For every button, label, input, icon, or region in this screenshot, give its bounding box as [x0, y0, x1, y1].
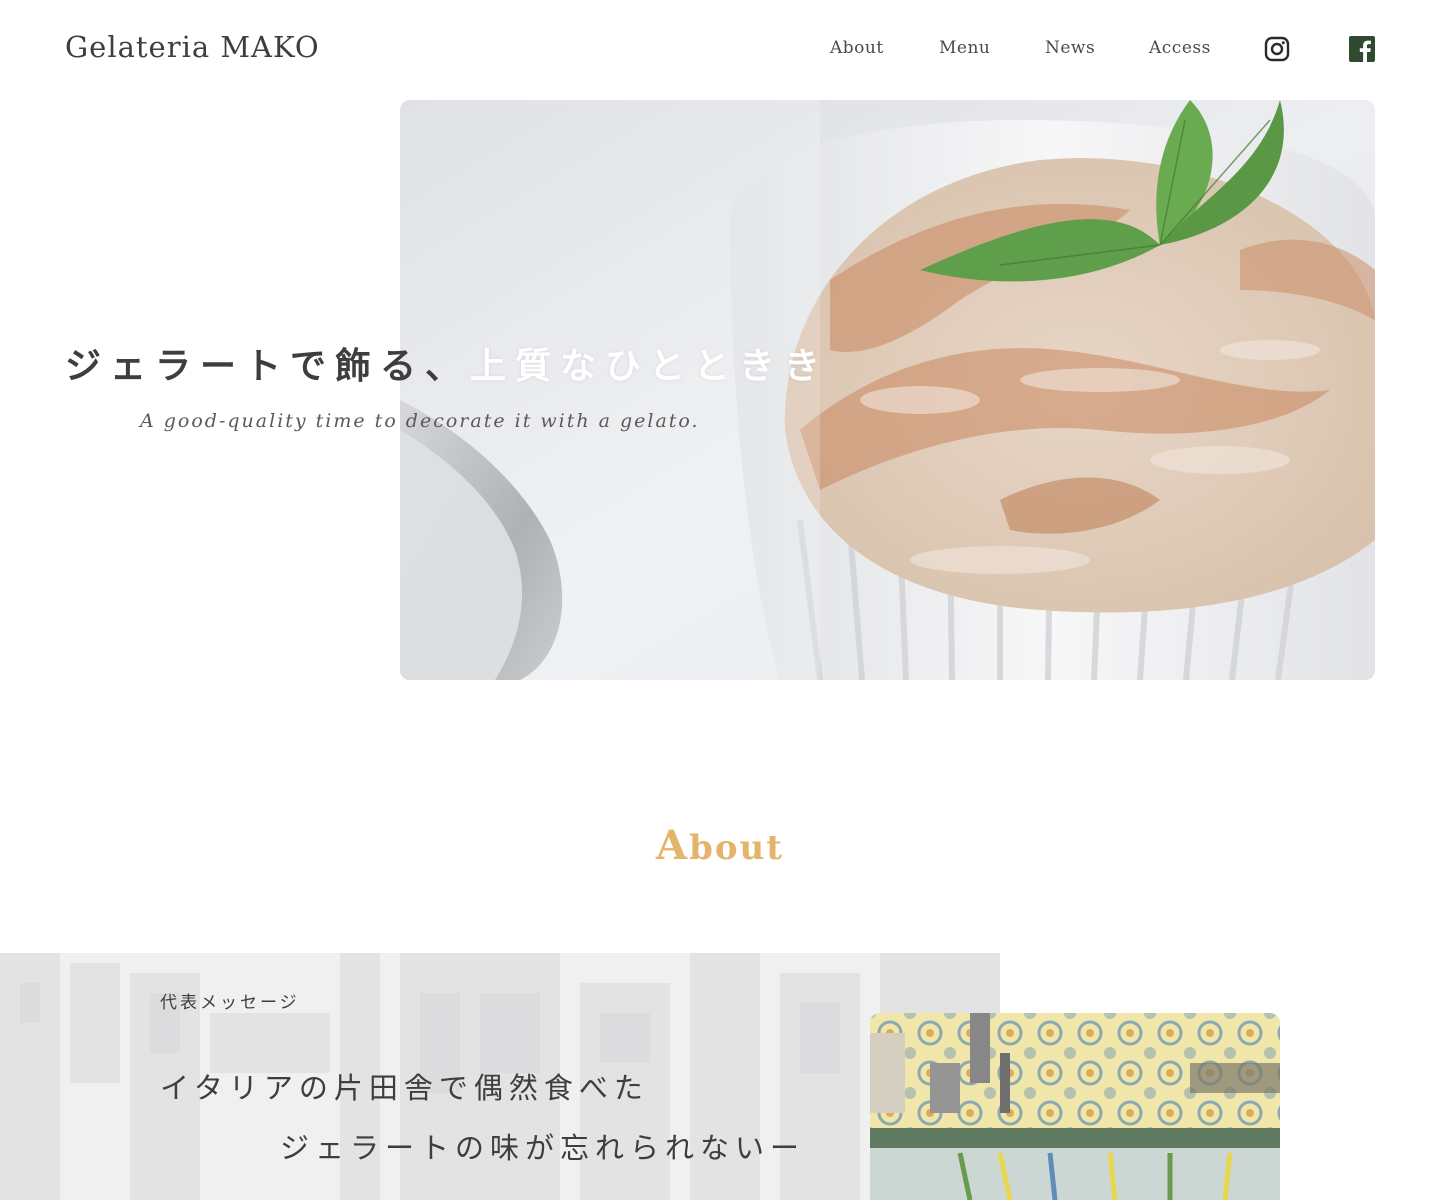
hero-subtitle: A good-quality time to decorate it with …: [140, 410, 700, 432]
instagram-icon[interactable]: [1264, 36, 1290, 62]
about-heading: About: [0, 822, 1440, 869]
about-message-line2: ジェラートの味が忘れられないー: [280, 1131, 806, 1165]
about-label: 代表メッセージ: [160, 993, 300, 1013]
hero-title: ジェラートで飾る、上質なひとときき: [65, 337, 965, 389]
nav-news[interactable]: News: [1045, 38, 1095, 58]
nav-access[interactable]: Access: [1149, 38, 1211, 58]
nav-about[interactable]: About: [830, 38, 884, 58]
hero-gelato-image: [400, 100, 1375, 680]
shop-counter-image: [870, 1013, 1280, 1200]
about-heading-rest: bout: [689, 828, 784, 868]
hero-title-part2: 上質なひとときき: [470, 345, 829, 387]
facebook-icon[interactable]: [1349, 36, 1375, 62]
main-nav: About Menu News Access: [0, 38, 1440, 62]
hero-title-part1: ジェラートで飾る、: [65, 345, 471, 387]
about-heading-initial: A: [656, 822, 690, 869]
about-message-line1: イタリアの片田舎で偶然食べた: [160, 1071, 649, 1105]
nav-menu[interactable]: Menu: [939, 38, 990, 58]
